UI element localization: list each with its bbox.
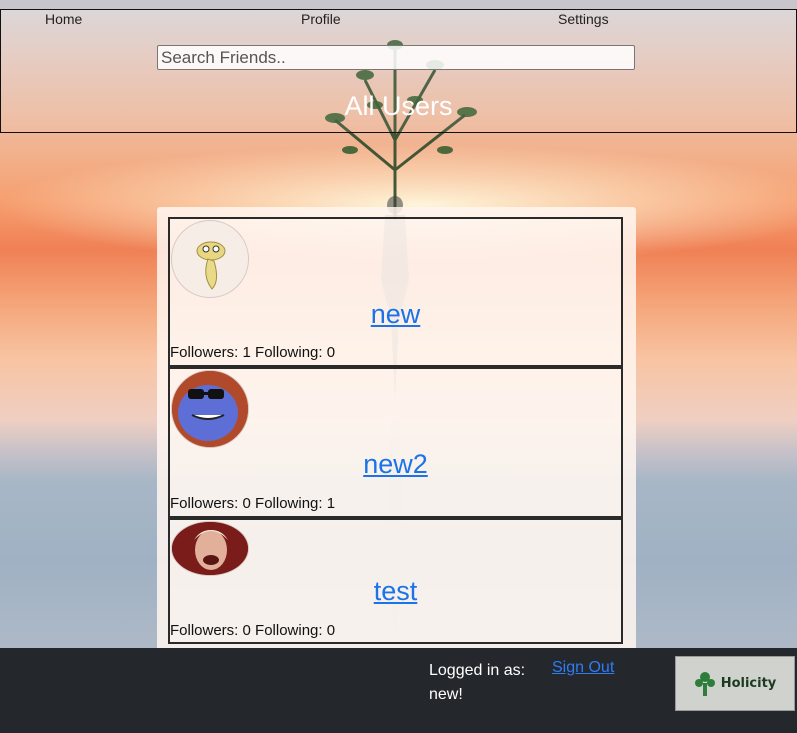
man-photo-icon[interactable]	[171, 521, 249, 576]
logged-in-username: new!	[429, 686, 463, 703]
follow-stats: Followers: 0 Following: 0	[170, 622, 336, 639]
logo-text: Holicity	[720, 676, 777, 691]
page-title: All Users	[344, 91, 453, 121]
holicity-logo[interactable]: Holicity	[675, 656, 795, 711]
follow-stats: Followers: 1 Following: 0	[170, 344, 336, 361]
cartoon-creature-icon[interactable]	[171, 220, 249, 298]
footer-bar: Logged in as: new! Sign Out Holicity	[0, 648, 797, 733]
username-link[interactable]: new2	[170, 449, 621, 480]
nav-profile-link[interactable]: Profile	[301, 11, 341, 27]
logged-in-status: Logged in as: new!	[429, 659, 525, 707]
tree-logo-icon	[694, 671, 715, 696]
username-link[interactable]: test	[170, 576, 621, 607]
username-link[interactable]: new	[170, 299, 621, 330]
top-strip	[0, 0, 797, 9]
nav-settings-link[interactable]: Settings	[558, 11, 609, 27]
search-friends-input[interactable]	[157, 45, 635, 70]
logged-in-label: Logged in as:	[429, 662, 526, 679]
user-card: test Followers: 0 Following: 0	[168, 518, 623, 644]
user-card: new Followers: 1 Following: 0	[168, 217, 623, 367]
nav-home-link[interactable]: Home	[45, 11, 82, 27]
sign-out-link[interactable]: Sign Out	[552, 659, 614, 677]
follow-stats: Followers: 0 Following: 1	[170, 495, 336, 512]
user-card: new2 Followers: 0 Following: 1	[168, 367, 623, 518]
users-list-panel: new Followers: 1 Following: 0 new2 Follo…	[157, 207, 636, 652]
header-bar: Home Profile Settings All Users	[0, 9, 797, 133]
blue-cartoon-with-sunglasses-icon[interactable]	[171, 370, 249, 448]
